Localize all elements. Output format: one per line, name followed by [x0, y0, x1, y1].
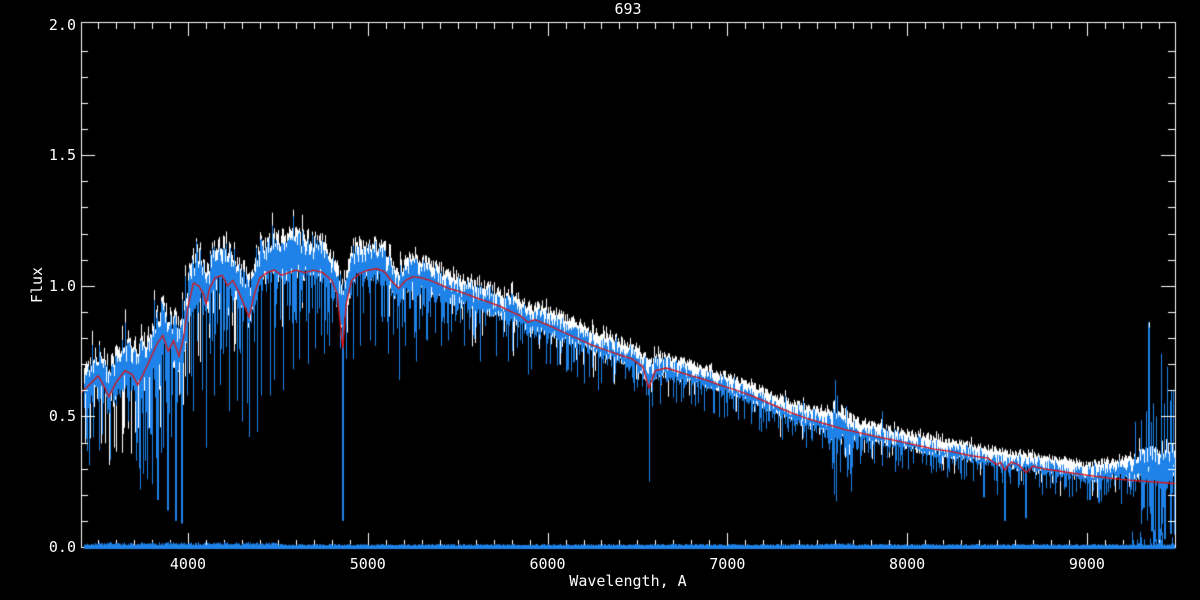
x-tick-label: 7000 — [709, 555, 746, 573]
x-tick-label: 6000 — [529, 555, 566, 573]
x-tick-label: 9000 — [1068, 555, 1105, 573]
spectrum-chart: 693 Wavelength, A Flux 4000 5000 6000 70… — [0, 0, 1200, 600]
y-tick-label: 0.5 — [48, 407, 76, 426]
y-tick-label: 2.0 — [48, 15, 76, 34]
x-tick-label: 4000 — [169, 555, 207, 573]
y-tick-label: 1.5 — [48, 146, 76, 165]
y-tick-label: 1.0 — [48, 276, 76, 295]
x-axis-label: Wavelength, A — [569, 572, 687, 590]
x-tick-label: 5000 — [349, 555, 386, 573]
x-tick-label: 8000 — [889, 555, 926, 573]
y-tick-label: 0.0 — [48, 538, 76, 556]
spectrum-plot-canvas — [0, 0, 1200, 600]
chart-title: 693 — [614, 0, 642, 18]
